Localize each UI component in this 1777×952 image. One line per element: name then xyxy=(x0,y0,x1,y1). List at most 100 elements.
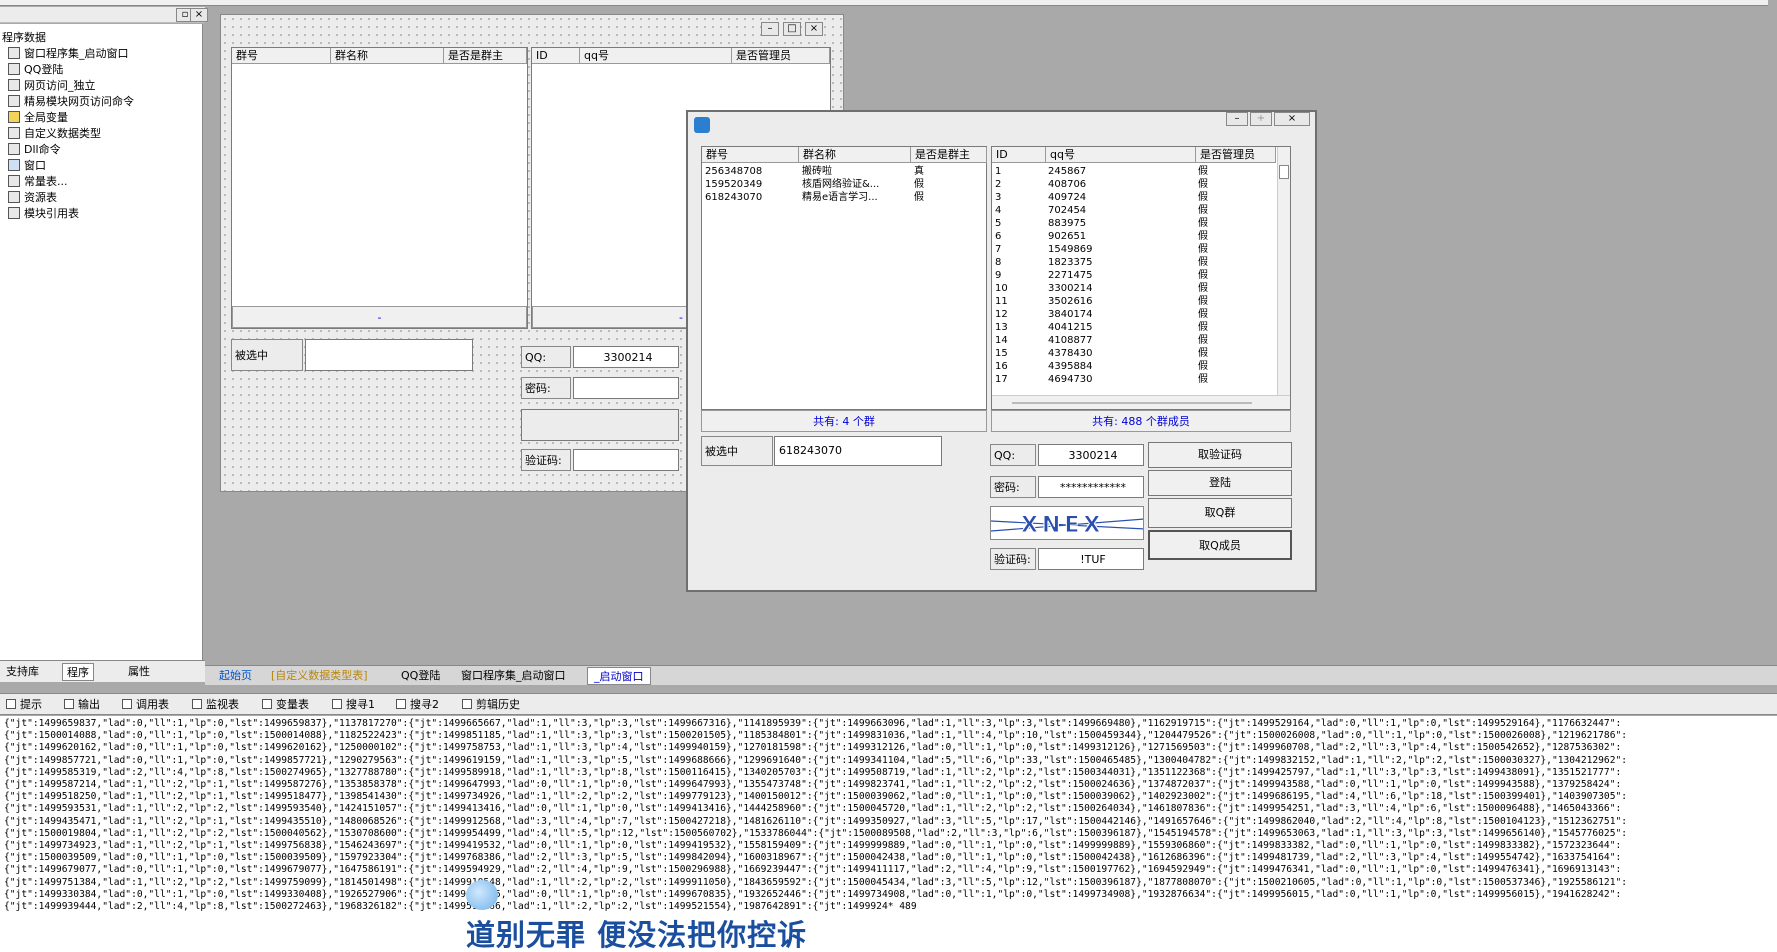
tree-root[interactable]: 程序数据 xyxy=(2,30,46,46)
column-header[interactable]: ID xyxy=(992,147,1046,163)
member-cell[interactable]: 假 xyxy=(1198,347,1208,360)
member-cell[interactable]: 假 xyxy=(1198,360,1208,373)
member-cell[interactable]: 883975 xyxy=(1048,217,1086,230)
member-cell[interactable]: 假 xyxy=(1198,217,1208,230)
tab-variables[interactable]: 变量表 xyxy=(262,697,309,713)
member-cell[interactable]: 13 xyxy=(995,321,1008,334)
tree-item[interactable]: 窗口 xyxy=(8,158,46,174)
selected-input[interactable]: 618243070 xyxy=(774,436,942,466)
member-cell[interactable]: 3502616 xyxy=(1048,295,1093,308)
member-cell[interactable]: 8 xyxy=(995,256,1001,269)
tree-item[interactable]: 窗口程序集_启动窗口 xyxy=(8,46,129,62)
tab-search-2[interactable]: 搜寻2 xyxy=(396,697,439,713)
group-cell[interactable]: 159520349 xyxy=(705,178,762,191)
tab-hints[interactable]: 提示 xyxy=(6,697,42,713)
member-cell[interactable]: 假 xyxy=(1198,282,1208,295)
tree-item[interactable]: QQ登陆 xyxy=(8,62,63,78)
tab-properties[interactable]: 属性 xyxy=(124,663,154,681)
member-cell[interactable]: 4395884 xyxy=(1048,360,1093,373)
group-cell[interactable]: 精易e语言学习... xyxy=(802,191,878,204)
member-cell[interactable]: 假 xyxy=(1198,165,1208,178)
group-cell[interactable]: 核盾网络验证&... xyxy=(802,178,879,191)
group-cell[interactable]: 真 xyxy=(914,165,924,178)
scroll-thumb[interactable] xyxy=(1279,165,1289,179)
column-header[interactable]: 是否是群主 xyxy=(911,147,987,163)
member-cell[interactable]: 7 xyxy=(995,243,1001,256)
column-header[interactable]: 是否管理员 xyxy=(1196,147,1276,163)
column-header[interactable]: 是否管理员 xyxy=(732,48,830,64)
member-cell[interactable]: 12 xyxy=(995,308,1008,321)
tab-call-stack[interactable]: 调用表 xyxy=(122,697,169,713)
maximize-icon[interactable]: + xyxy=(1250,112,1272,126)
column-header[interactable]: 群号 xyxy=(702,147,799,163)
selected-input[interactable] xyxy=(305,339,473,371)
tab-custom-types[interactable]: [自定义数据类型表] xyxy=(265,667,374,685)
member-cell[interactable]: 4108877 xyxy=(1048,334,1093,347)
login-button[interactable]: 登陆 xyxy=(1148,470,1292,496)
captcha-image[interactable]: XNEX xyxy=(990,506,1144,540)
tab-watch[interactable]: 监视表 xyxy=(192,697,239,713)
qq-input[interactable]: 3300214 xyxy=(573,346,679,368)
tab-clip-history[interactable]: 剪辑历史 xyxy=(462,697,520,713)
member-cell[interactable]: 11 xyxy=(995,295,1008,308)
member-cell[interactable]: 假 xyxy=(1198,295,1208,308)
member-cell[interactable]: 假 xyxy=(1198,269,1208,282)
member-cell[interactable]: 3300214 xyxy=(1048,282,1093,295)
member-list[interactable]: ID qq号 是否管理员 1 245867 假 2 408706 假 3 409724 假 4 70… xyxy=(991,146,1291,410)
member-cell[interactable]: 6 xyxy=(995,230,1001,243)
member-cell[interactable]: 假 xyxy=(1198,243,1208,256)
tree-item[interactable]: 网页访问_独立 xyxy=(8,78,96,94)
minimize-icon[interactable]: – xyxy=(761,22,779,36)
tree-item[interactable]: Dll命令 xyxy=(8,142,61,158)
get-members-button[interactable]: 取Q成员 xyxy=(1148,530,1292,560)
tree-item[interactable]: 模块引用表 xyxy=(8,206,79,222)
close-icon[interactable]: × xyxy=(805,22,823,36)
member-cell[interactable]: 1 xyxy=(995,165,1001,178)
group-cell[interactable]: 假 xyxy=(914,178,924,191)
tree-item[interactable]: 全局变量 xyxy=(8,110,68,126)
tree-item[interactable]: 常量表... xyxy=(8,174,68,190)
group-cell[interactable]: 搬砖啦 xyxy=(802,165,832,178)
member-cell[interactable]: 16 xyxy=(995,360,1008,373)
member-cell[interactable]: 409724 xyxy=(1048,191,1086,204)
tab-startup-window[interactable]: _启动窗口 xyxy=(587,667,651,685)
member-cell[interactable]: 3 xyxy=(995,191,1001,204)
member-cell[interactable]: 3840174 xyxy=(1048,308,1093,321)
column-header[interactable]: qq号 xyxy=(1046,147,1196,163)
tab-output[interactable]: 输出 xyxy=(64,697,100,713)
floating-bubble-icon[interactable] xyxy=(466,880,498,910)
horizontal-scrollbar[interactable] xyxy=(992,395,1290,409)
panel-close-icon[interactable]: × xyxy=(190,8,208,22)
captcha-input[interactable] xyxy=(573,449,679,471)
tab-search-1[interactable]: 搜寻1 xyxy=(332,697,375,713)
member-cell[interactable]: 假 xyxy=(1198,308,1208,321)
column-header[interactable]: 群名称 xyxy=(799,147,911,163)
tree-item[interactable]: 精易模块网页访问命令 xyxy=(8,94,134,110)
member-cell[interactable]: 15 xyxy=(995,347,1008,360)
member-cell[interactable]: 4694730 xyxy=(1048,373,1093,386)
group-cell[interactable]: 假 xyxy=(914,191,924,204)
captcha-input[interactable]: !TUF xyxy=(1038,548,1144,570)
get-captcha-button[interactable]: 取验证码 xyxy=(1148,442,1292,468)
close-icon[interactable]: × xyxy=(1274,112,1310,126)
member-cell[interactable]: 702454 xyxy=(1048,204,1086,217)
column-header[interactable]: 群名称 xyxy=(331,48,444,64)
member-cell[interactable]: 902651 xyxy=(1048,230,1086,243)
member-cell[interactable]: 4 xyxy=(995,204,1001,217)
member-cell[interactable]: 245867 xyxy=(1048,165,1086,178)
output-pane[interactable]: {"jt":1499659837,"lad":0,"ll":1,"lp":0,"… xyxy=(0,716,1777,952)
member-cell[interactable]: 2 xyxy=(995,178,1001,191)
qq-input[interactable]: 3300214 xyxy=(1038,444,1144,466)
tab-program[interactable]: 程序 xyxy=(62,663,94,681)
tab-support-library[interactable]: 支持库 xyxy=(2,663,43,681)
member-cell[interactable]: 4378430 xyxy=(1048,347,1093,360)
tab-start-page[interactable]: 起始页 xyxy=(213,667,258,685)
member-cell[interactable]: 假 xyxy=(1198,373,1208,386)
tree-item[interactable]: 自定义数据类型 xyxy=(8,126,101,142)
designer-group-list[interactable]: 群号 群名称 是否是群主 - xyxy=(231,47,528,329)
password-input[interactable] xyxy=(573,377,679,399)
tab-qq-login[interactable]: QQ登陆 xyxy=(395,667,446,685)
member-cell[interactable]: 假 xyxy=(1198,178,1208,191)
member-cell[interactable]: 1549869 xyxy=(1048,243,1093,256)
member-cell[interactable]: 408706 xyxy=(1048,178,1086,191)
